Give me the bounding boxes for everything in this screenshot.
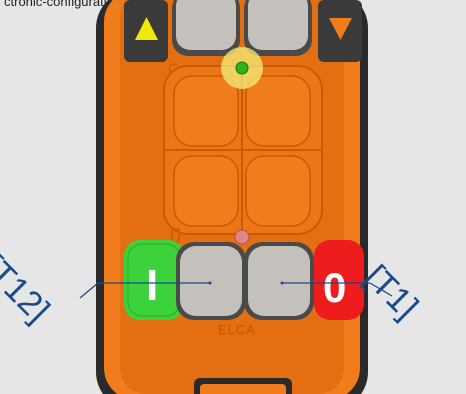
bottom-right-grey-face xyxy=(248,246,310,316)
bottom-left-grey-face xyxy=(180,246,242,316)
top-left-button-face xyxy=(176,0,236,50)
brand-logo: ELCA xyxy=(218,322,256,337)
bottom-slot-inner xyxy=(200,384,286,394)
pad-button-1[interactable] xyxy=(173,75,239,147)
off-button-label: 0 xyxy=(323,264,346,311)
pad-button-4[interactable] xyxy=(245,155,311,227)
remote-control-scene: C I 0 ELCA xyxy=(79,0,393,394)
status-led-red xyxy=(234,229,250,245)
pad-button-3[interactable] xyxy=(173,155,239,227)
on-button-label: I xyxy=(146,261,158,310)
callout-line-left-tail xyxy=(79,282,99,299)
status-led-green xyxy=(235,61,249,75)
pad-button-2[interactable] xyxy=(245,75,311,147)
top-right-button-face xyxy=(248,0,308,50)
